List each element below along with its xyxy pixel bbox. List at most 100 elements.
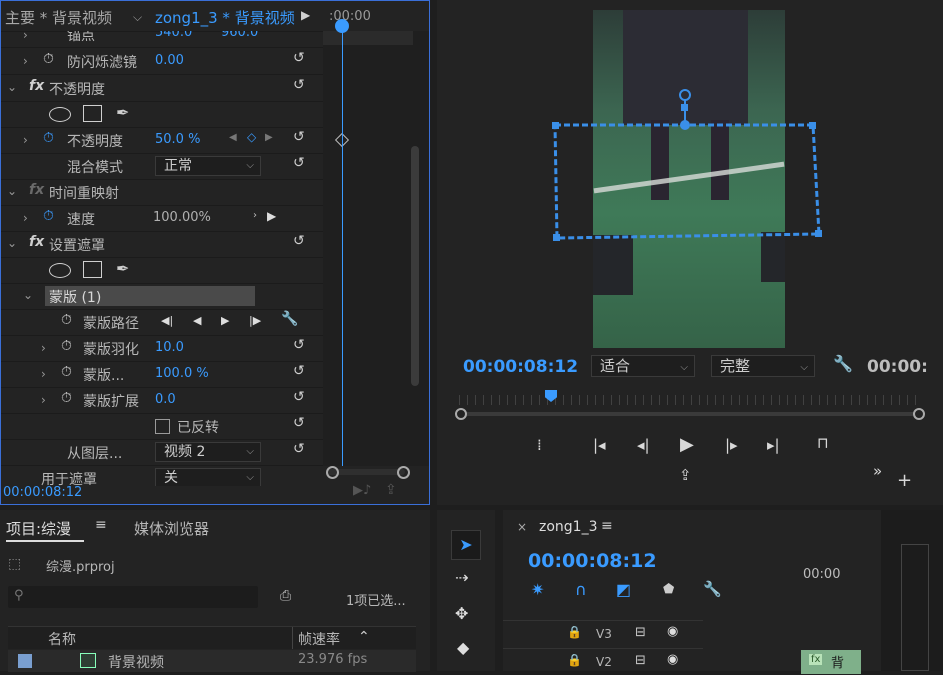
rectangle-mask-icon[interactable] bbox=[83, 261, 102, 278]
play-triangle-icon[interactable]: ▶ bbox=[301, 8, 310, 22]
reset-icon[interactable]: ↺ bbox=[293, 389, 313, 409]
zoom-bar-track[interactable] bbox=[465, 412, 919, 416]
reset-icon[interactable]: ↺ bbox=[293, 233, 313, 253]
expand-chevron-icon[interactable]: › bbox=[41, 367, 46, 381]
from-layer-dropdown[interactable]: 视频 2 ⌵ bbox=[155, 442, 261, 462]
expand-chevron-icon[interactable]: › bbox=[41, 341, 46, 355]
step-back-icon[interactable]: ◂| bbox=[637, 436, 650, 454]
stopwatch-icon[interactable]: ⏱ bbox=[61, 338, 72, 354]
lock-icon[interactable]: 🔒 bbox=[567, 625, 582, 639]
mask-opacity-value[interactable]: 100.0 % bbox=[155, 366, 209, 381]
blend-mode-dropdown[interactable]: 正常 ⌵ bbox=[155, 156, 261, 176]
tab-sequence-clip[interactable]: zong1_3 * 背景视频 bbox=[155, 7, 295, 28]
reset-icon[interactable]: ↺ bbox=[293, 50, 313, 70]
inverted-checkbox[interactable] bbox=[155, 419, 170, 434]
timeline-right-scroll[interactable] bbox=[881, 510, 943, 671]
collapse-chevron-icon[interactable]: ⌄ bbox=[7, 236, 17, 250]
mask-center-handle[interactable] bbox=[680, 120, 690, 130]
mask-polygon[interactable] bbox=[553, 123, 821, 240]
toggle-output-eye-icon[interactable]: ◉ bbox=[667, 624, 678, 639]
collapse-chevron-icon[interactable]: ⌄ bbox=[23, 288, 33, 302]
panel-menu-icon[interactable]: ≡ bbox=[95, 517, 107, 533]
reset-icon[interactable]: ↺ bbox=[293, 77, 313, 97]
tab-media-browser[interactable]: 媒体浏览器 bbox=[134, 518, 209, 539]
vertical-scrollbar[interactable] bbox=[411, 146, 419, 386]
stopwatch-icon[interactable]: ⏱ bbox=[61, 364, 72, 380]
filter-audio-icon[interactable]: ▶♪ bbox=[353, 483, 371, 498]
linked-selection-icon[interactable]: ◩ bbox=[616, 580, 631, 599]
mask-vertex-handle[interactable] bbox=[553, 234, 560, 241]
play-icon[interactable]: ▶ bbox=[680, 434, 694, 455]
collapse-chevron-icon[interactable]: ⌄ bbox=[7, 80, 17, 94]
stopwatch-icon[interactable]: ⏱ bbox=[61, 390, 72, 406]
track-select-tool-icon[interactable]: ⇢ bbox=[455, 568, 468, 587]
sort-up-icon[interactable]: ⌃ bbox=[358, 629, 370, 645]
playhead-handle[interactable] bbox=[335, 19, 349, 33]
razor-tool-icon[interactable]: ◆ bbox=[457, 638, 469, 657]
mask-vertex-handle[interactable] bbox=[809, 122, 816, 129]
collapse-chevron-icon[interactable]: ⌄ bbox=[7, 184, 17, 198]
anchor-y-value[interactable]: 960.0 bbox=[221, 31, 258, 40]
mask-feather-value[interactable]: 10.0 bbox=[155, 340, 184, 355]
prev-keyframe-icon[interactable]: ◀ bbox=[229, 132, 237, 143]
anchor-x-value[interactable]: 540.0 bbox=[155, 31, 192, 40]
stopwatch-active-icon[interactable]: ⏱ bbox=[43, 208, 54, 224]
track-backward-icon[interactable]: ◀| bbox=[161, 314, 173, 327]
clip-on-v2[interactable]: fx 背 bbox=[801, 650, 861, 674]
stopwatch-active-icon[interactable]: ⏱ bbox=[43, 130, 54, 146]
add-marker-icon[interactable]: ⬟ bbox=[663, 582, 674, 597]
mask-expansion-value[interactable]: 0.0 bbox=[155, 392, 176, 407]
zoom-handle-left[interactable] bbox=[326, 466, 339, 479]
program-timecode[interactable]: 00:00:08:12 bbox=[463, 357, 578, 377]
reset-icon[interactable]: ↺ bbox=[293, 415, 313, 435]
project-search-input[interactable]: ⚲ bbox=[8, 586, 258, 608]
opacity-value[interactable]: 50.0 % bbox=[155, 132, 200, 147]
use-matte-dropdown[interactable]: 关 ⌵ bbox=[155, 468, 261, 486]
effect-controls-timecode[interactable]: 00:00:08:12 bbox=[3, 485, 82, 500]
project-item-row[interactable]: 背景视频 23.976 fps bbox=[8, 650, 416, 672]
stopwatch-icon[interactable]: ⏱ bbox=[43, 51, 54, 67]
timeline-tab[interactable]: zong1_3 bbox=[539, 519, 598, 535]
speed-next-icon[interactable]: › bbox=[253, 210, 257, 221]
speed-value[interactable]: 100.00% bbox=[153, 210, 211, 225]
ellipse-mask-icon[interactable] bbox=[49, 107, 71, 122]
toggle-output-eye-icon[interactable]: ◉ bbox=[667, 652, 678, 667]
reset-icon[interactable]: ↺ bbox=[293, 155, 313, 175]
add-keyframe-icon[interactable]: ◇ bbox=[247, 130, 256, 144]
pen-mask-icon[interactable]: ✒ bbox=[116, 259, 129, 278]
quality-dropdown[interactable]: 完整 ⌵ bbox=[711, 355, 815, 377]
wrench-icon[interactable]: 🔧 bbox=[281, 311, 298, 327]
column-name[interactable]: 名称 bbox=[48, 629, 76, 649]
expand-chevron-icon[interactable]: › bbox=[23, 31, 28, 42]
tab-master-clip[interactable]: 主要 * 背景视频 bbox=[5, 7, 112, 28]
zoom-bar-right-handle[interactable] bbox=[913, 408, 925, 420]
mask-outline[interactable] bbox=[547, 85, 827, 245]
tab-project[interactable]: 项目:综漫 bbox=[6, 518, 71, 539]
reset-icon[interactable]: ↺ bbox=[293, 337, 313, 357]
selection-tool-icon[interactable]: ➤ bbox=[451, 530, 481, 560]
panel-menu-icon[interactable]: ≡ bbox=[601, 518, 613, 534]
step-forward-icon[interactable]: |▸ bbox=[725, 436, 738, 454]
expand-chevron-icon[interactable]: › bbox=[23, 54, 28, 68]
sync-lock-icon[interactable]: ⊟ bbox=[635, 653, 646, 668]
stopwatch-icon[interactable]: ⏱ bbox=[61, 312, 72, 328]
expand-chevron-icon[interactable]: › bbox=[23, 133, 28, 147]
track-back-one-icon[interactable]: ◀ bbox=[193, 314, 201, 327]
more-controls-icon[interactable]: » bbox=[873, 462, 882, 480]
chevron-down-icon[interactable]: ⌵ bbox=[133, 10, 142, 25]
zoom-bar-left-handle[interactable] bbox=[455, 408, 467, 420]
timeline-settings-icon[interactable]: 🔧 bbox=[703, 580, 722, 598]
fx-icon[interactable]: fx bbox=[29, 78, 44, 94]
scrub-ruler[interactable] bbox=[459, 395, 921, 405]
export-icon[interactable]: ⇪ bbox=[385, 482, 397, 498]
new-bin-search-icon[interactable]: ⎙ bbox=[280, 588, 291, 604]
go-to-out-icon[interactable]: ▸| bbox=[767, 436, 780, 454]
project-item-name[interactable]: 背景视频 bbox=[108, 652, 164, 672]
column-fps[interactable]: 帧速率 bbox=[298, 629, 340, 649]
mark-in-icon[interactable]: ⁞ bbox=[537, 436, 542, 454]
fit-dropdown[interactable]: 适合 ⌵ bbox=[591, 355, 695, 377]
expand-chevron-icon[interactable]: › bbox=[41, 393, 46, 407]
expand-chevron-icon[interactable]: › bbox=[23, 211, 28, 225]
reset-icon[interactable]: ↺ bbox=[293, 363, 313, 383]
add-button-icon[interactable]: + bbox=[897, 470, 912, 491]
